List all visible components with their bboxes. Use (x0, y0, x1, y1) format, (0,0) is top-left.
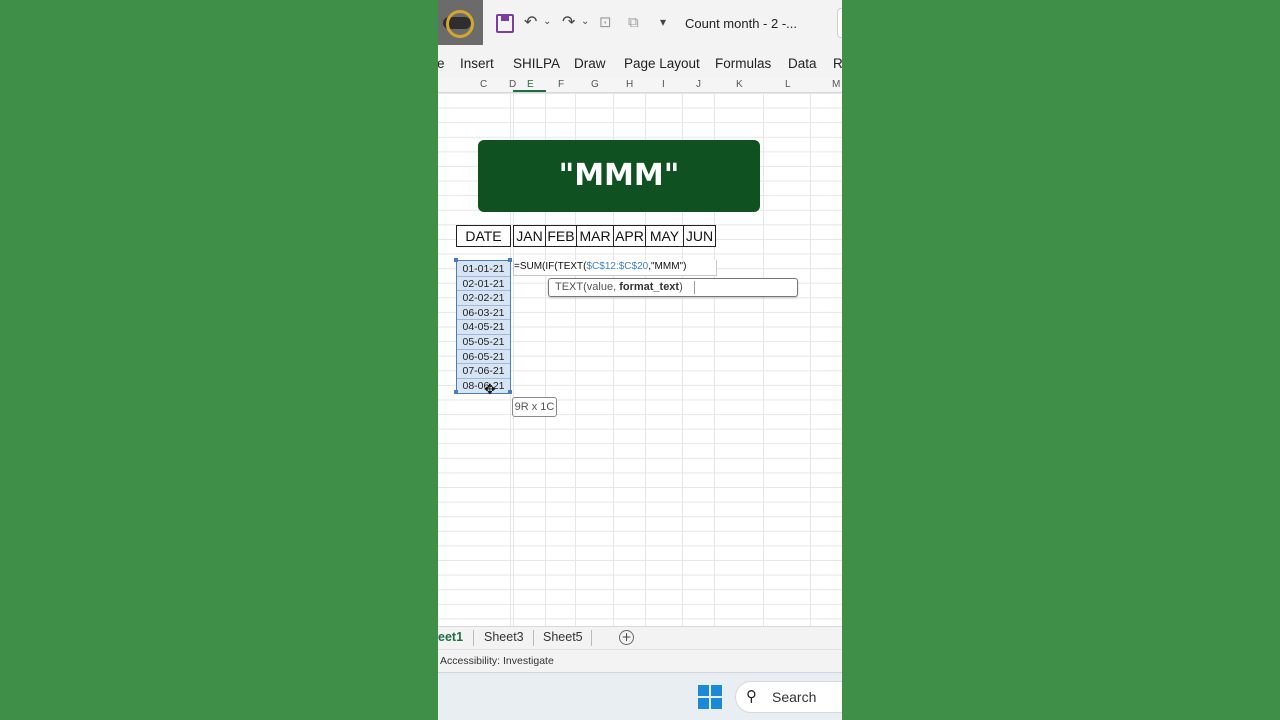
column-header-j[interactable]: J (696, 79, 701, 90)
date-header-cell[interactable]: DATE (456, 225, 511, 247)
column-header-l[interactable]: L (785, 79, 791, 90)
date-cell[interactable]: 06-05-21 (457, 350, 510, 365)
column-header-k[interactable]: K (736, 79, 743, 90)
month-header-jan[interactable]: JAN (513, 225, 546, 247)
selection-handle[interactable] (508, 258, 512, 262)
month-header-mar[interactable]: MAR (576, 225, 614, 247)
column-headers: C D E F G H I J K L M (438, 78, 842, 93)
column-header-e[interactable]: E (527, 79, 534, 90)
sheet-tab-separator (533, 630, 534, 646)
tab-formulas[interactable]: Formulas (715, 56, 771, 71)
active-column-indicator (513, 90, 546, 92)
tab-shilpa[interactable]: SHILPA (513, 56, 560, 71)
sheet-tab-sheet1[interactable]: eet1 (438, 630, 463, 644)
title-bar: ↶ ⌄ ↷ ⌄ ⊡ ⧉ ▾ Count month - 2 -... (438, 0, 842, 46)
windows-taskbar: ⚲ Search (438, 672, 842, 720)
selection-handle[interactable] (454, 258, 458, 262)
background-right (842, 0, 1280, 720)
gridline (763, 93, 764, 626)
selection-size-tooltip: 9R x 1C (512, 397, 557, 417)
title-search-edge[interactable] (837, 8, 842, 38)
column-header-i[interactable]: I (662, 79, 665, 90)
tooltip-current-argument[interactable]: format_text (619, 281, 679, 293)
gridline (810, 93, 811, 626)
month-header-apr[interactable]: APR (613, 225, 646, 247)
tooltip-close-paren: ) (679, 281, 683, 293)
redo-dropdown-icon[interactable]: ⌄ (581, 12, 589, 32)
column-header-f[interactable]: F (558, 79, 564, 90)
tab-page-layout[interactable]: Page Layout (624, 56, 700, 71)
sheet-tab-sheet3[interactable]: Sheet3 (484, 630, 524, 644)
undo-dropdown-icon[interactable]: ⌄ (543, 12, 551, 32)
column-header-h[interactable]: H (626, 79, 633, 90)
search-icon: ⚲ (746, 687, 757, 705)
tab-data[interactable]: Data (788, 56, 817, 71)
customize-toolbar-icon[interactable]: ▾ (660, 12, 666, 32)
date-cell[interactable]: 05-05-21 (457, 335, 510, 350)
formula-edit-cell[interactable]: =SUM(IF(TEXT($C$12:$C$20,"MMM") (513, 260, 717, 276)
move-cursor-icon: ✥ (484, 382, 496, 398)
selection-handle[interactable] (508, 390, 512, 394)
undo-icon[interactable]: ↶ (524, 12, 537, 32)
month-header-jun[interactable]: JUN (683, 225, 716, 247)
search-label: Search (772, 689, 817, 705)
date-cell[interactable]: 01-01-21 (457, 262, 510, 277)
status-bar: Accessibility: Investigate (438, 649, 842, 673)
redo-icon[interactable]: ↷ (562, 12, 575, 32)
date-cell[interactable]: 02-02-21 (457, 291, 510, 306)
month-header-feb[interactable]: FEB (545, 225, 577, 247)
column-header-g[interactable]: G (591, 79, 599, 90)
formula-range-ref: $C$12:$C$20 (586, 261, 649, 272)
document-title: Count month - 2 -... (685, 16, 797, 31)
sheet-tab-separator (473, 630, 474, 646)
tab-insert[interactable]: Insert (460, 56, 494, 71)
selection-handle[interactable] (454, 390, 458, 394)
sheet-tab-separator (591, 630, 592, 646)
date-cell[interactable]: 02-01-21 (457, 277, 510, 292)
accessibility-status[interactable]: Accessibility: Investigate (440, 655, 554, 667)
camera-icon[interactable]: ⊡ (599, 12, 612, 32)
tab-draw[interactable]: Draw (574, 56, 606, 71)
tab-home-partial[interactable]: e (438, 56, 445, 71)
tab-review-partial[interactable]: R (833, 56, 842, 71)
ribbon-tabs: e Insert SHILPA Draw Page Layout Formula… (438, 46, 842, 78)
tooltip-divider (694, 281, 695, 294)
formula-prefix: =SUM(IF(TEXT( (514, 261, 587, 272)
save-icon[interactable] (496, 14, 514, 33)
clipboard-icon[interactable]: ⧉ (628, 12, 639, 32)
tooltip-function: TEXT(value, (555, 281, 620, 293)
column-header-c[interactable]: C (480, 79, 487, 90)
sheet-tab-sheet5[interactable]: Sheet5 (543, 630, 583, 644)
formula-suffix: ,"MMM") (648, 261, 687, 272)
date-cell[interactable]: 06-03-21 (457, 306, 510, 321)
month-header-may[interactable]: MAY (645, 225, 684, 247)
column-header-m[interactable]: M (832, 79, 840, 90)
windows-start-icon[interactable] (698, 685, 722, 709)
format-code-banner: "MMM" (478, 140, 760, 212)
channel-logo-icon (438, 0, 483, 45)
selected-date-range[interactable]: 01-01-21 02-01-21 02-02-21 06-03-21 04-0… (454, 258, 512, 394)
function-argument-tooltip[interactable]: TEXT(value, format_text) (548, 278, 798, 297)
background-left (0, 0, 438, 720)
taskbar-search[interactable]: ⚲ Search (735, 681, 842, 713)
date-cell[interactable]: 07-06-21 (457, 364, 510, 379)
excel-window: ↶ ⌄ ↷ ⌄ ⊡ ⧉ ▾ Count month - 2 -... e Ins… (438, 0, 842, 720)
date-cell[interactable]: 04-05-21 (457, 320, 510, 335)
column-header-d[interactable]: D (509, 79, 516, 90)
sheet-tab-bar: eet1 Sheet3 Sheet5 + (438, 626, 842, 649)
add-sheet-icon[interactable]: + (619, 630, 634, 645)
